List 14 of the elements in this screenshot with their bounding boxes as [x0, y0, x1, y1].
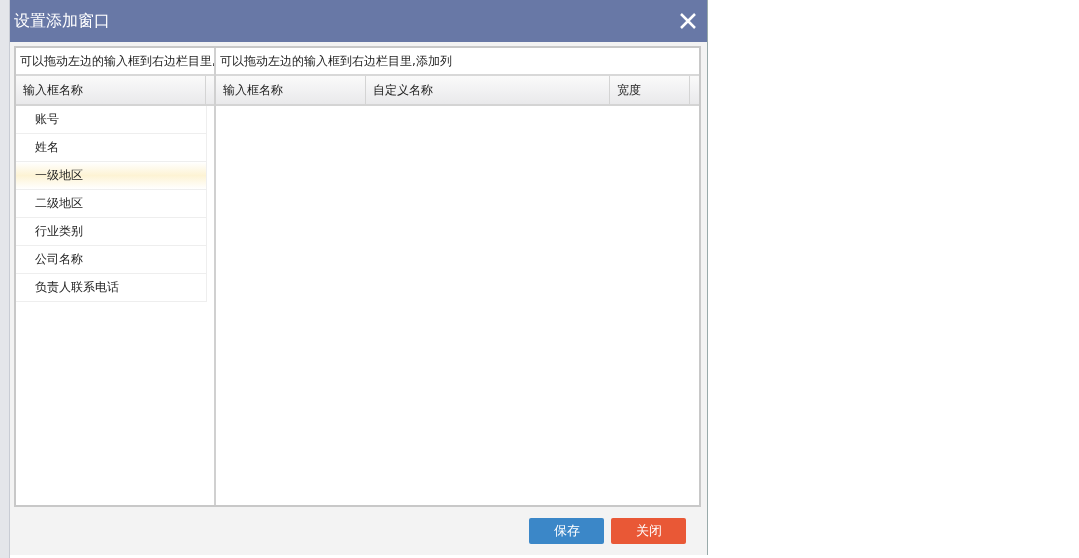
save-button[interactable]: 保存: [529, 518, 604, 544]
list-item[interactable]: 负责人联系电话: [16, 274, 207, 302]
column-title: 自定义名称: [366, 76, 610, 104]
list-item[interactable]: 行业类别: [16, 218, 207, 246]
window-title: 设置添加窗口: [14, 10, 110, 32]
list-item[interactable]: 一级地区: [16, 162, 207, 190]
close-icon[interactable]: [679, 12, 697, 30]
list-item[interactable]: 公司名称: [16, 246, 207, 274]
column-title: 输入框名称: [16, 76, 206, 104]
close-button[interactable]: 关闭: [611, 518, 686, 544]
list-item[interactable]: 账号: [16, 106, 207, 134]
column-title: 宽度: [610, 76, 690, 104]
column-title: 输入框名称: [216, 76, 366, 104]
list-item[interactable]: 二级地区: [16, 190, 207, 218]
